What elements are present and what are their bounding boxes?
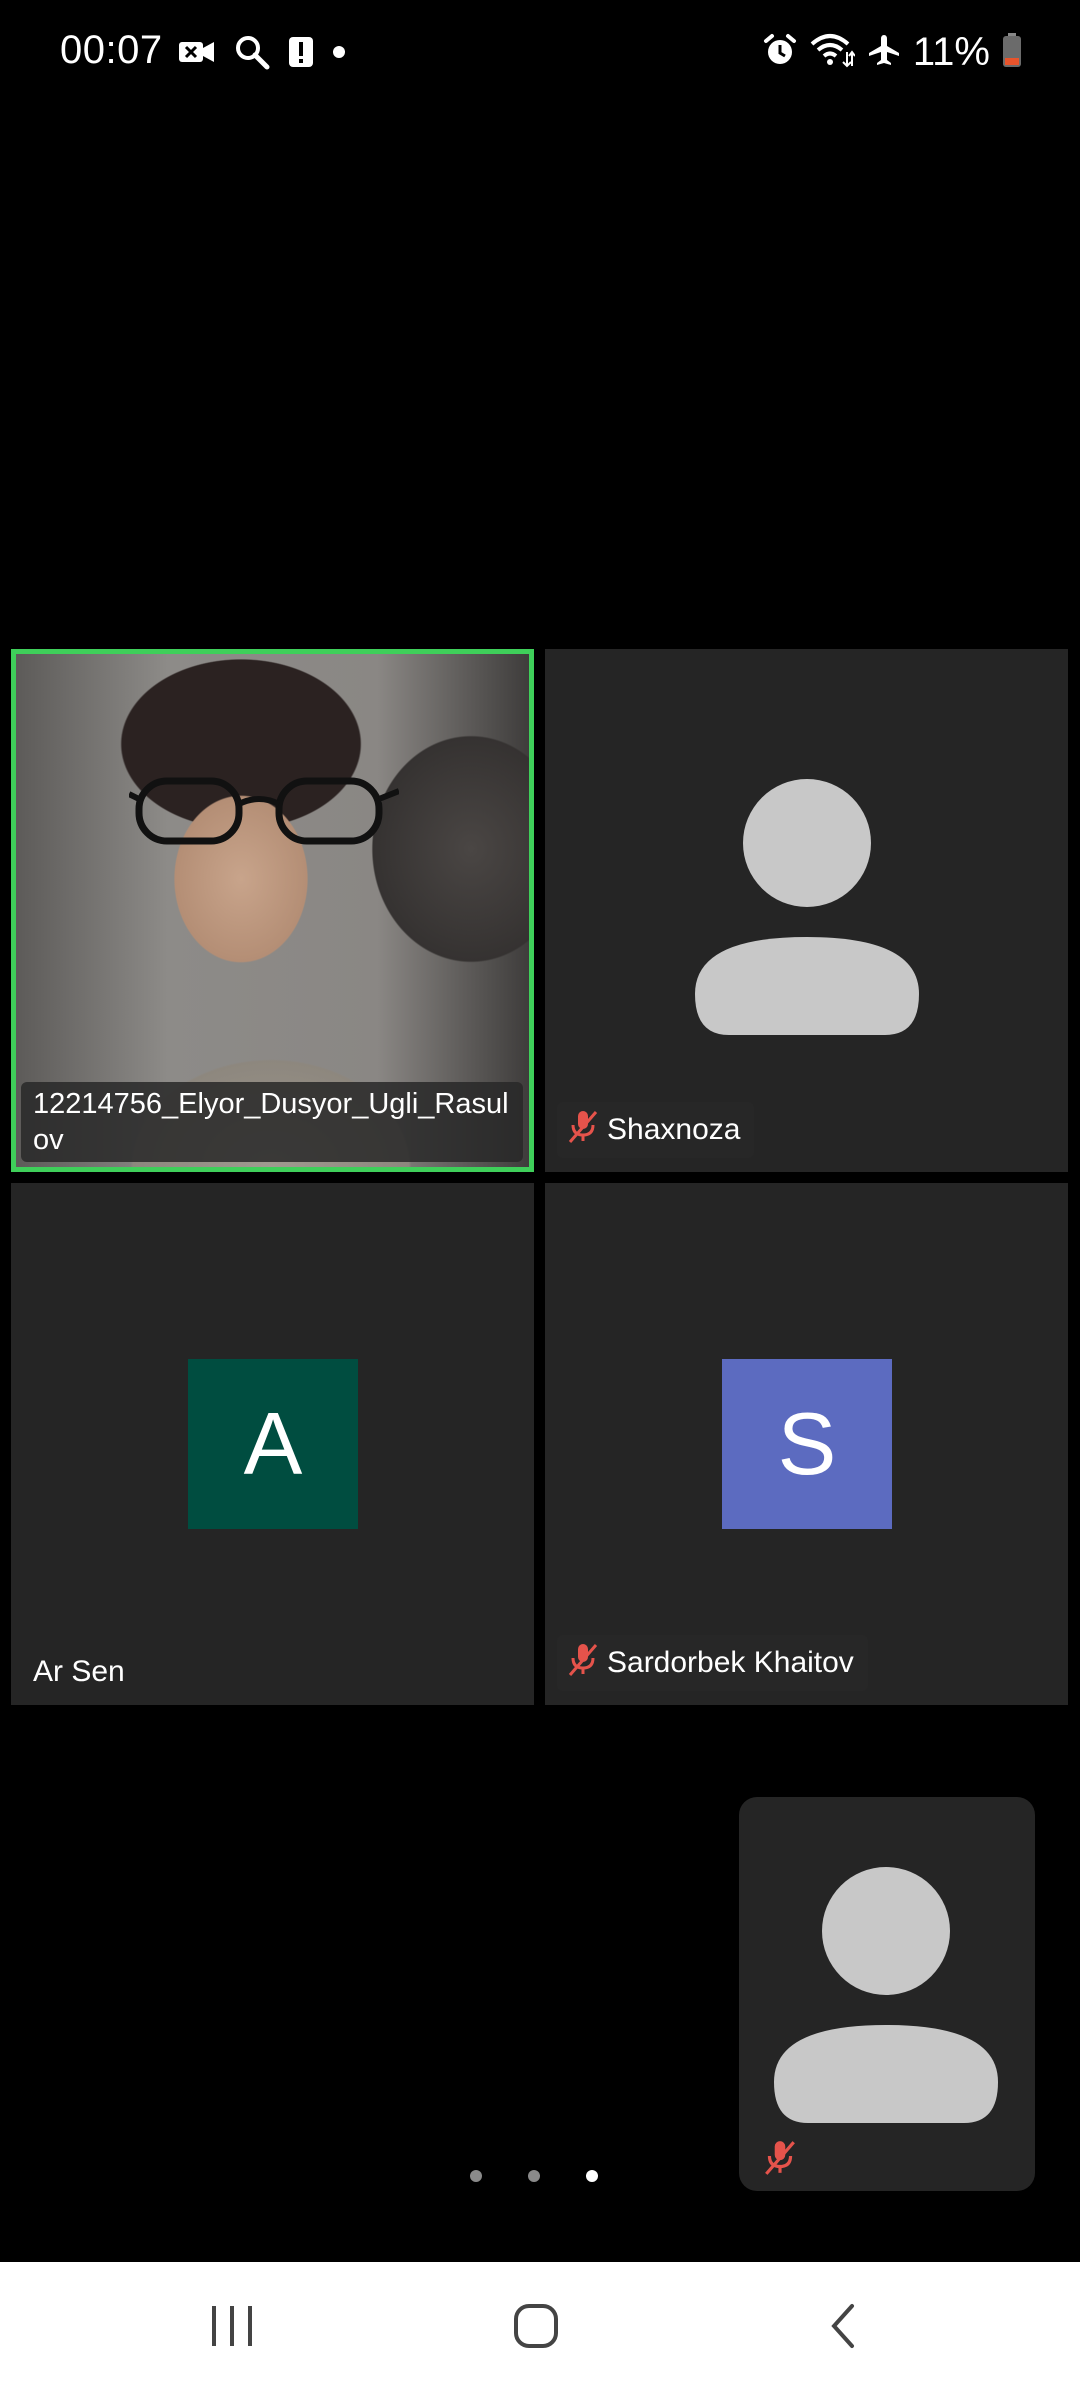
mic-muted-icon: [567, 1108, 599, 1152]
search-icon: [234, 34, 270, 75]
back-button[interactable]: [820, 2302, 868, 2355]
dot-icon: [332, 45, 346, 64]
home-icon: [514, 2304, 558, 2348]
meeting-screen: 00:07 11% 12214756_Elyor_Dusyor_Ugli_Ras…: [0, 0, 1080, 2400]
alert-icon: [288, 35, 314, 74]
page-dot-active[interactable]: [586, 2170, 598, 2182]
participant-name: Ar Sen: [33, 1655, 125, 1688]
participant-name: Shaxnoza: [607, 1113, 741, 1146]
mic-muted-icon: [763, 2138, 797, 2181]
wifi-icon: [809, 32, 856, 73]
initial-avatar: S: [722, 1359, 892, 1529]
participant-name-label: Sardorbek Khaitov: [557, 1635, 868, 1691]
recents-button[interactable]: [208, 2302, 256, 2355]
status-bar: 00:07 11%: [0, 0, 1080, 110]
participant-tile[interactable]: S Sardorbek Khaitov: [545, 1183, 1068, 1705]
back-icon: [831, 2304, 854, 2348]
participant-tile[interactable]: A Ar Sen: [11, 1183, 534, 1705]
page-dot[interactable]: [470, 2170, 482, 2182]
person-avatar-icon: [774, 1867, 998, 2123]
initial-avatar: A: [188, 1359, 358, 1529]
status-right-icons: 11%: [763, 30, 1022, 75]
participant-name-label: 12214756_Elyor_Dusyor_Ugli_Rasulov: [21, 1082, 523, 1162]
person-avatar-icon: [695, 779, 919, 1035]
participant-name-label: Shaxnoza: [557, 1102, 755, 1158]
glasses-shape: [129, 777, 399, 845]
alarm-icon: [763, 33, 797, 72]
airplane-icon: [867, 33, 901, 72]
mic-muted-icon: [567, 1641, 599, 1685]
system-nav-bar: [0, 2262, 1080, 2400]
participant-tile[interactable]: Shaxnoza: [545, 649, 1068, 1172]
status-left-icons: [178, 34, 346, 75]
self-view-preview[interactable]: [739, 1797, 1035, 2191]
page-dot[interactable]: [528, 2170, 540, 2182]
status-time: 00:07: [60, 28, 163, 72]
participant-tile-video[interactable]: 12214756_Elyor_Dusyor_Ugli_Rasulov: [11, 649, 534, 1172]
participant-name: Sardorbek Khaitov: [607, 1646, 854, 1679]
recents-icon: [212, 2306, 252, 2346]
home-button[interactable]: [512, 2302, 560, 2355]
video-call-icon: [178, 37, 216, 72]
page-indicator[interactable]: [470, 2170, 598, 2182]
battery-percent: 11%: [912, 30, 990, 74]
battery-icon: [1002, 32, 1022, 73]
